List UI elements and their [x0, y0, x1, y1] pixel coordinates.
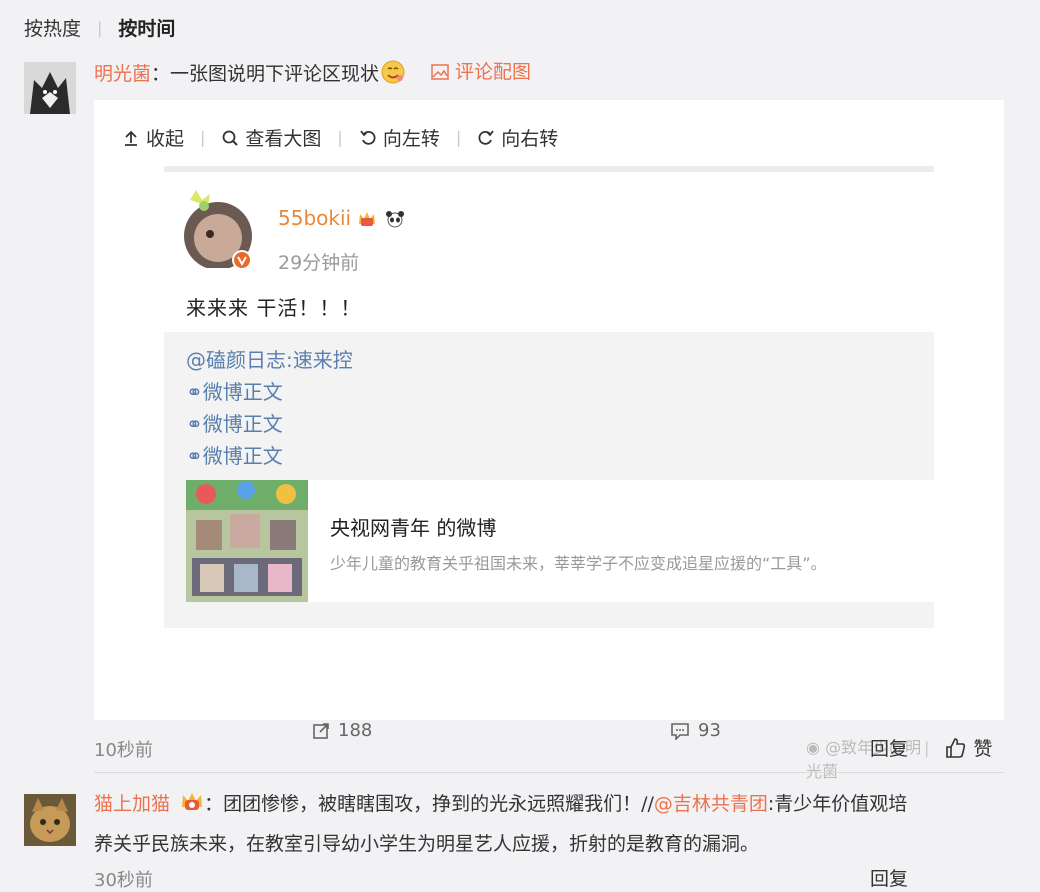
repost-count-text: 188 [338, 720, 373, 741]
comment-time: 10秒前 [94, 740, 153, 761]
sort-bar: 按热度 | 按时间 [24, 12, 175, 42]
comment-divider [94, 772, 1004, 773]
card-thumbnail [186, 480, 308, 602]
image-viewer: 收起 | 查看大图 | 向左转 | 向右转 55bokii 29分钟前 来来来 … [94, 100, 1004, 781]
comment-author[interactable]: 明光菌 [94, 63, 151, 85]
comment-count: 93 [670, 720, 721, 741]
repost-count: 188 [312, 720, 372, 741]
collapse-icon [125, 130, 137, 146]
vip-crown-icon [180, 791, 204, 823]
rotate-left-button[interactable]: 向左转 [359, 124, 440, 151]
rotate-right-button[interactable]: 向右转 [477, 124, 558, 151]
comment-avatar[interactable] [24, 794, 76, 846]
comment-colon: ： [204, 793, 224, 815]
mention-link[interactable]: @吉林共青团 [654, 793, 768, 815]
card-title: 央视网青年 的微博 [330, 516, 497, 540]
comment-text-part2: :青少年价值观培 [767, 793, 908, 815]
collapse-button[interactable]: 收起 [122, 124, 184, 151]
rotate-left-label: 向左转 [382, 128, 440, 150]
comment-image-link[interactable]: 评论配图 [431, 56, 531, 88]
comment-text-part1: 团团惨惨，被瞎瞎围攻，挣到的光永远照耀我们！// [223, 793, 654, 815]
post-username-text: 55bokii [278, 206, 352, 230]
post-text: 来来来 干活！！！ [186, 296, 362, 320]
actions-divider: | [924, 738, 930, 757]
post-quote: @磕颜日志:速来控 ⚭微博正文 ⚭微博正文 ⚭微博正文 央视网青年 的微博 少年… [164, 332, 934, 628]
quote-link: ⚭微博正文 [186, 376, 283, 405]
image-icon [431, 64, 449, 80]
quote-link-text: 微博正文 [202, 444, 283, 468]
collapse-label: 收起 [146, 128, 185, 150]
quote-link-text: 微博正文 [202, 412, 283, 436]
repost-icon [313, 722, 329, 739]
like-button[interactable]: 赞 [945, 734, 992, 761]
quote-mention: @磕颜日志:速来控 [186, 348, 353, 372]
rotate-right-label: 向右转 [501, 128, 559, 150]
view-large-button[interactable]: 查看大图 [221, 124, 321, 151]
sort-by-time[interactable]: 按时间 [118, 14, 175, 41]
comment-1-body: 明光菌：一张图说明下评论区现状 评论配图 [94, 56, 531, 90]
comment-icon [671, 722, 689, 740]
reply-button[interactable]: 回复 [870, 864, 908, 891]
post-time: 29分钟前 [278, 252, 360, 274]
share-card: 央视网青年 的微博 少年儿童的教育关乎祖国未来，莘莘学子不应变成追星应援的“工具… [186, 480, 934, 602]
search-icon [223, 130, 239, 146]
like-label: 赞 [973, 738, 993, 760]
image-link-label: 评论配图 [455, 61, 532, 83]
link-icon: ⚭ [186, 380, 203, 404]
quote-link: ⚭微博正文 [186, 440, 283, 469]
comment-author[interactable]: 猫上加猫 [94, 793, 170, 815]
link-icon: ⚭ [186, 412, 203, 436]
comment-count-text: 93 [698, 720, 721, 741]
sort-by-hot[interactable]: 按热度 [24, 14, 81, 41]
comment-image[interactable]: 55bokii 29分钟前 来来来 干活！！！ @磕颜日志:速来控 ⚭微博正文 … [164, 166, 934, 781]
comment-colon: ： [151, 63, 171, 85]
link-icon: ⚭ [186, 444, 203, 468]
toolbar-divider: | [337, 128, 343, 147]
sort-divider: | [97, 17, 103, 37]
thumbs-up-icon [946, 737, 966, 758]
image-toolbar: 收起 | 查看大图 | 向左转 | 向右转 [122, 124, 558, 151]
comment-avatar[interactable] [24, 62, 76, 114]
comment-2-body: 猫上加猫 ：团团惨惨，被瞎瞎围攻，挣到的光永远照耀我们！//@吉林共青团:青少年… [94, 788, 907, 823]
weibo-logo-icon: ◉ [806, 738, 820, 757]
panda-emoji-icon [384, 209, 406, 233]
card-description: 少年儿童的教育关乎祖国未来，莘莘学子不应变成追星应援的“工具”。 [330, 554, 827, 573]
comment-text: 一张图说明下评论区现状 [170, 63, 380, 85]
post-username: 55bokii [278, 206, 406, 233]
comment-2-body-cont: 养关乎民族未来，在教室引导幼小学生为明星艺人应援，折射的是教育的漏洞。 [94, 828, 759, 860]
view-large-label: 查看大图 [245, 128, 322, 150]
comment-text-part3: 养关乎民族未来，在教室引导幼小学生为明星艺人应援，折射的是教育的漏洞。 [94, 833, 760, 855]
vip-crown-icon [357, 209, 377, 233]
emoji-icon [381, 60, 405, 84]
reply-button[interactable]: 回复 [870, 734, 908, 761]
post-avatar [184, 190, 252, 270]
rotate-left-icon [360, 129, 376, 145]
quote-link: ⚭微博正文 [186, 408, 283, 437]
comment-time: 30秒前 [94, 870, 153, 891]
rotate-right-icon [478, 129, 494, 145]
toolbar-divider: | [455, 128, 462, 147]
quote-link-text: 微博正文 [202, 380, 283, 404]
comment-actions: 回复 | 赞 [870, 734, 992, 761]
toolbar-divider: | [200, 128, 206, 147]
